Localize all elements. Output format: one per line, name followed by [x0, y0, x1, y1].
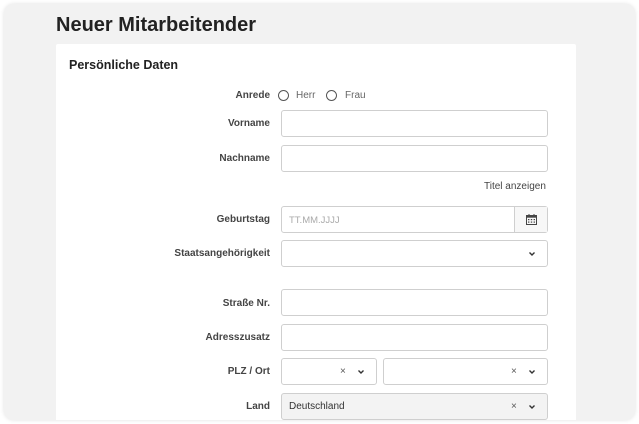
first-name-input[interactable] [281, 110, 548, 137]
zip-select[interactable]: × [281, 358, 377, 385]
nationality-label: Staatsangehörigkeit [174, 248, 270, 259]
birthday-input[interactable]: TT.MM.JJJJ [281, 206, 548, 233]
country-clear-icon[interactable]: × [511, 402, 517, 412]
chevron-down-icon [529, 370, 535, 374]
country-select[interactable]: Deutschland × [281, 393, 548, 420]
calendar-button[interactable] [514, 207, 547, 232]
radio-herr-label: Herr [296, 90, 316, 101]
chevron-down-icon [529, 252, 535, 256]
radio-herr[interactable] [278, 90, 289, 101]
city-clear-icon[interactable]: × [511, 367, 517, 377]
last-name-label: Nachname [219, 153, 270, 164]
app-window: Neuer Mitarbeitender Persönliche Daten A… [4, 4, 635, 420]
street-input[interactable] [281, 289, 548, 316]
address-extra-input[interactable] [281, 324, 548, 351]
page-title: Neuer Mitarbeitender [56, 14, 257, 36]
country-value: Deutschland [289, 401, 345, 412]
chevron-down-icon [358, 370, 364, 374]
street-label: Straße Nr. [222, 298, 270, 309]
salutation-label: Anrede [235, 90, 270, 101]
calendar-icon [525, 214, 537, 225]
section-title: Persönliche Daten [69, 58, 179, 72]
birthday-label: Geburtstag [216, 214, 270, 225]
radio-frau[interactable] [326, 90, 337, 101]
first-name-label: Vorname [227, 118, 270, 129]
address-extra-label: Adresszusatz [205, 332, 270, 343]
form-card: Persönliche Daten Anrede Herr Frau Vorna… [56, 44, 576, 420]
birthday-placeholder: TT.MM.JJJJ [289, 215, 340, 226]
show-title-link[interactable]: Titel anzeigen [484, 181, 546, 192]
zip-city-label: PLZ / Ort [227, 366, 270, 377]
nationality-select[interactable] [281, 240, 548, 267]
city-select[interactable]: × [383, 358, 548, 385]
chevron-down-icon [529, 405, 535, 409]
last-name-input[interactable] [281, 145, 548, 172]
country-label: Land [246, 401, 270, 412]
radio-frau-label: Frau [345, 90, 366, 101]
zip-clear-icon[interactable]: × [340, 367, 346, 377]
